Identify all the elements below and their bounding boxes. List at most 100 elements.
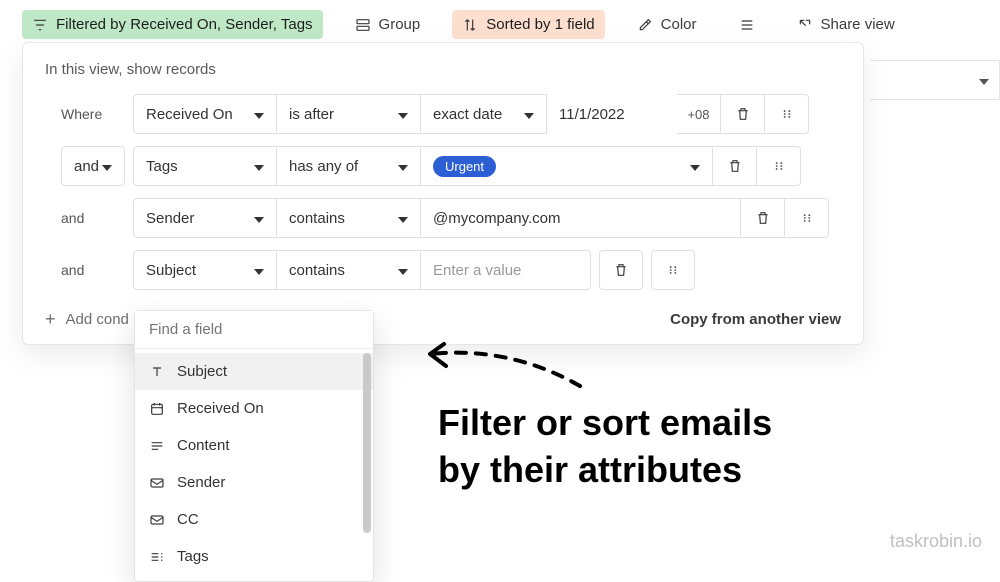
field-select-value: Sender	[146, 210, 194, 227]
value-input[interactable]: @mycompany.com	[421, 198, 741, 238]
chevron-down-icon	[102, 158, 112, 175]
field-select[interactable]: Tags	[133, 146, 277, 186]
chevron-down-icon	[254, 262, 264, 279]
group-icon	[355, 17, 371, 33]
timezone-badge[interactable]: +08	[677, 94, 721, 134]
tag-chip: Urgent	[433, 156, 496, 177]
value-input[interactable]: Enter a value	[421, 250, 591, 290]
chevron-down-icon	[254, 210, 264, 227]
filter-icon	[32, 17, 48, 33]
scrollbar[interactable]	[363, 353, 371, 533]
field-option[interactable]: Content	[135, 427, 373, 464]
field-option-label: Tags	[177, 548, 209, 565]
field-select-value: Tags	[146, 158, 178, 175]
operator-select[interactable]: is after	[277, 94, 421, 134]
value-text: @mycompany.com	[433, 210, 560, 227]
trash-icon	[613, 262, 629, 278]
chevron-down-icon	[524, 106, 534, 123]
delete-condition-button[interactable]	[721, 94, 765, 134]
add-condition-button[interactable]: + Add cond	[45, 310, 129, 328]
drag-handle[interactable]	[785, 198, 829, 238]
annotation-line1: Filter or sort emails	[438, 400, 772, 447]
toolbar-color-label: Color	[661, 16, 697, 33]
mail-icon	[149, 475, 165, 491]
conj-value: and	[74, 158, 99, 175]
annotation-caption: Filter or sort emails by their attribute…	[438, 400, 772, 494]
delete-condition-button[interactable]	[713, 146, 757, 186]
conj-label: Where	[61, 94, 125, 134]
field-option[interactable]: Subject	[135, 353, 373, 390]
date-mode-select[interactable]: exact date	[421, 94, 547, 134]
field-option-label: Subject	[177, 363, 227, 380]
toolbar-share-label: Share view	[821, 16, 895, 33]
toolbar-rowheight[interactable]	[729, 11, 765, 39]
filter-panel: In this view, show records Where Receive…	[22, 42, 864, 345]
delete-condition-button[interactable]	[599, 250, 643, 290]
chevron-down-icon	[690, 158, 700, 175]
value-placeholder: Enter a value	[433, 262, 521, 279]
operator-select[interactable]: has any of	[277, 146, 421, 186]
drag-handle[interactable]	[765, 94, 809, 134]
delete-condition-button[interactable]	[741, 198, 785, 238]
toolbar-filter-label: Filtered by Received On, Sender, Tags	[56, 16, 313, 33]
toolbar-share[interactable]: Share view	[787, 10, 905, 39]
copy-from-view-label: Copy from another view	[670, 311, 841, 328]
share-icon	[797, 17, 813, 33]
conj-select[interactable]: and	[61, 146, 125, 186]
copy-from-view-button[interactable]: Copy from another view	[670, 311, 841, 328]
field-option-label: CC	[177, 511, 199, 528]
toolbar-filter[interactable]: Filtered by Received On, Sender, Tags	[22, 10, 323, 39]
calendar-icon	[149, 401, 165, 417]
operator-select[interactable]: contains	[277, 250, 421, 290]
date-mode-value: exact date	[433, 106, 502, 123]
operator-select-value: contains	[289, 210, 345, 227]
date-input[interactable]: 11/1/2022	[547, 94, 677, 134]
rowheight-icon	[739, 17, 755, 33]
filter-row: and Sender contains @mycompany.com	[61, 198, 841, 238]
conj-label: and	[61, 198, 125, 238]
field-option[interactable]: Tags	[135, 538, 373, 575]
field-option[interactable]: Received On	[135, 390, 373, 427]
field-option[interactable]: CC	[135, 501, 373, 538]
toolbar-group[interactable]: Group	[345, 10, 431, 39]
drag-icon	[666, 263, 680, 277]
divider	[135, 348, 373, 349]
watermark: taskrobin.io	[890, 531, 982, 552]
field-option[interactable]: Sender	[135, 464, 373, 501]
sort-icon	[462, 17, 478, 33]
chevron-down-icon	[398, 106, 408, 123]
field-select[interactable]: Sender	[133, 198, 277, 238]
chevron-down-icon	[398, 262, 408, 279]
tag-value-select[interactable]: Urgent	[421, 146, 713, 186]
operator-select[interactable]: contains	[277, 198, 421, 238]
operator-select-value: contains	[289, 262, 345, 279]
drag-handle[interactable]	[651, 250, 695, 290]
plus-icon: +	[45, 310, 56, 328]
filter-row: Where Received On is after exact date 11…	[61, 94, 841, 134]
field-select[interactable]: Subject	[133, 250, 277, 290]
chevron-down-icon	[398, 210, 408, 227]
operator-select-value: is after	[289, 106, 334, 123]
drag-icon	[800, 211, 814, 225]
chevron-down-icon	[398, 158, 408, 175]
date-value: 11/1/2022	[559, 106, 625, 123]
drag-handle[interactable]	[757, 146, 801, 186]
field-search-input[interactable]	[135, 311, 373, 348]
paint-icon	[637, 17, 653, 33]
field-select[interactable]: Received On	[133, 94, 277, 134]
toolbar-color[interactable]: Color	[627, 10, 707, 39]
filter-row: and Tags has any of Urgent	[61, 146, 841, 186]
add-condition-label: Add cond	[66, 311, 129, 328]
field-option-label: Content	[177, 437, 230, 454]
background-field-select[interactable]	[870, 60, 1000, 100]
mail-icon	[149, 512, 165, 528]
field-picker-dropdown: Subject Received On Content Sender CC Ta…	[134, 310, 374, 582]
trash-icon	[727, 158, 743, 174]
drag-icon	[772, 159, 786, 173]
annotation-line2: by their attributes	[438, 447, 772, 494]
field-option-label: Sender	[177, 474, 225, 491]
timezone-value: +08	[687, 107, 709, 122]
toolbar-group-label: Group	[379, 16, 421, 33]
toolbar-sort[interactable]: Sorted by 1 field	[452, 10, 604, 39]
longtext-icon	[149, 438, 165, 454]
